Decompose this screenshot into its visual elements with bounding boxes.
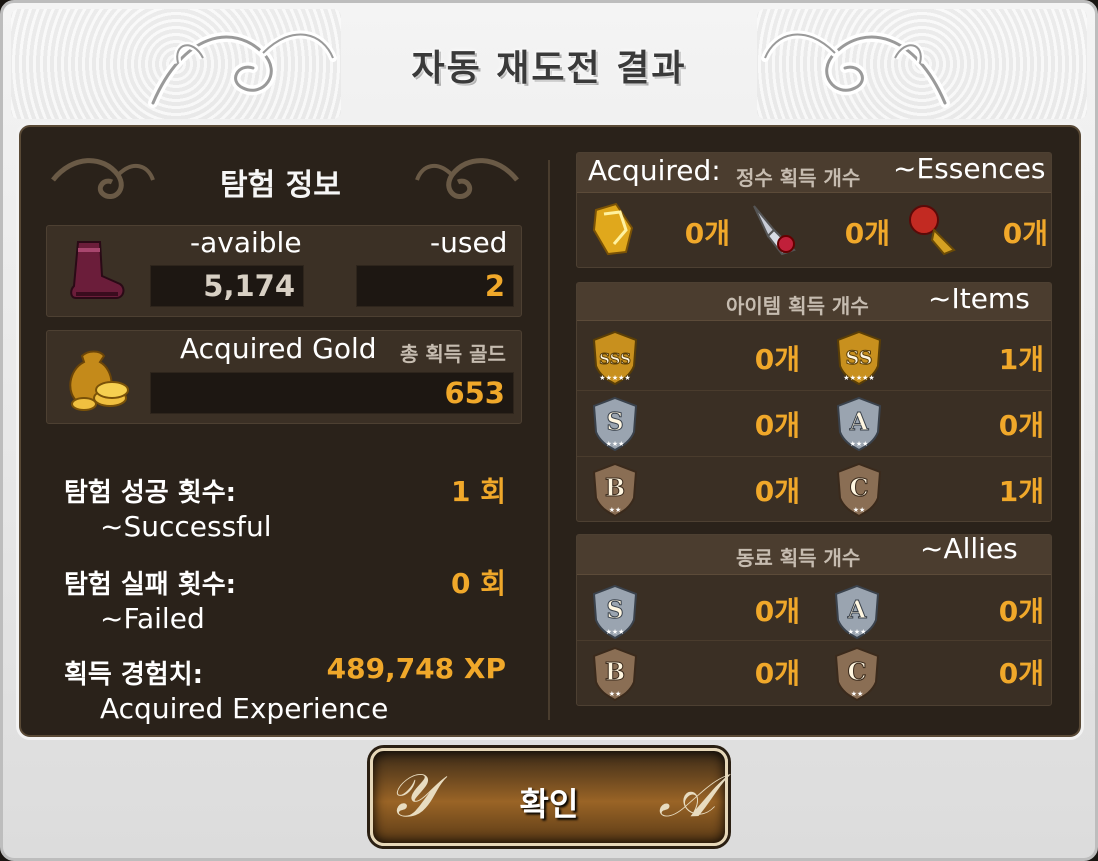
items-row-divider-2 <box>577 456 1051 457</box>
stamina-available-value: 5,174 <box>150 265 304 307</box>
essences-title-ko: 정수 획득 개수 <box>736 166 861 190</box>
boot-icon <box>70 241 125 299</box>
svg-text:★★: ★★ <box>609 506 622 514</box>
item-grade-s-icon: S ★★★ <box>592 396 638 452</box>
stamina-available-label: -avaible <box>190 226 302 259</box>
stat-success-label-en: ~Successful <box>100 510 272 543</box>
essence-count-3: 0개 <box>1002 217 1048 250</box>
flourish-left-icon <box>51 158 155 200</box>
items-title-ko: 아이템 획득 개수 <box>726 294 869 318</box>
svg-text:★★★: ★★★ <box>848 628 867 636</box>
svg-text:★★: ★★ <box>851 690 864 698</box>
svg-text:A: A <box>847 595 867 624</box>
item-count-ss: 1개 <box>998 343 1044 376</box>
confirm-button[interactable]: 𝒴 𝒜 확인 <box>370 748 728 846</box>
svg-text:A: A <box>849 407 869 436</box>
item-grade-a-icon: A ★★★ <box>836 396 882 452</box>
svg-text:★★★: ★★★ <box>606 628 625 636</box>
ally-grade-s-icon: S ★★★ <box>592 584 638 640</box>
ally-count-s: 0개 <box>754 595 800 628</box>
svg-text:S: S <box>606 595 623 624</box>
item-count-s: 0개 <box>754 409 800 442</box>
svg-text:★★★★★: ★★★★★ <box>599 374 630 382</box>
gold-label-en: Acquired Gold <box>180 332 377 365</box>
expedition-info-title: 탐험 정보 <box>220 168 341 203</box>
svg-text:★★★: ★★★ <box>606 440 625 448</box>
stat-xp-value: 489,748 XP <box>326 652 506 685</box>
item-count-b: 0개 <box>754 475 800 508</box>
red-crystal-essence-icon <box>753 205 796 256</box>
items-row-divider-1 <box>577 390 1051 391</box>
svg-text:★★: ★★ <box>853 506 866 514</box>
svg-text:SS: SS <box>845 347 872 369</box>
svg-text:★★: ★★ <box>609 690 622 698</box>
stamina-used-value: 2 <box>356 265 514 307</box>
item-grade-c-icon: C ★★ <box>836 462 882 518</box>
allies-row-divider <box>577 640 1051 641</box>
items-title-en: ~Items <box>928 282 1030 315</box>
ally-grade-b-icon: B ★★ <box>592 646 638 702</box>
red-gem-essence-icon <box>909 205 956 256</box>
allies-title-ko: 동료 획득 개수 <box>736 546 861 570</box>
essences-title-suffix: ~Essences <box>893 152 1046 185</box>
svg-text:★★★★★: ★★★★★ <box>843 374 874 382</box>
item-grade-b-icon: B ★★ <box>592 462 638 518</box>
essence-count-1: 0개 <box>684 217 730 250</box>
svg-text:C: C <box>847 657 866 686</box>
svg-text:C: C <box>849 473 868 502</box>
ally-count-a: 0개 <box>998 595 1044 628</box>
stat-xp-label: 획득 경험치: <box>64 660 204 690</box>
item-count-sss: 0개 <box>754 343 800 376</box>
essences-title-prefix: Acquired: <box>588 154 721 187</box>
stat-success-value: 1 회 <box>451 475 506 508</box>
ally-grade-c-icon: C ★★ <box>834 646 880 702</box>
gold-essence-icon <box>592 202 634 256</box>
essence-count-2: 0개 <box>844 217 890 250</box>
stat-fail-value: 0 회 <box>451 567 506 600</box>
item-count-a: 0개 <box>998 409 1044 442</box>
ally-count-b: 0개 <box>754 657 800 690</box>
ally-count-c: 0개 <box>998 657 1044 690</box>
item-count-c: 1개 <box>998 475 1044 508</box>
confirm-button-label: 확인 <box>519 785 579 823</box>
stat-xp-label-en: Acquired Experience <box>100 692 389 725</box>
item-grade-ss-icon: SS ★★★★★ <box>836 330 882 386</box>
stat-fail-label: 탐험 실패 횟수: <box>64 570 237 600</box>
allies-title-en: ~Allies <box>920 532 1018 565</box>
svg-text:S: S <box>606 407 623 436</box>
gold-bag-icon <box>69 350 129 411</box>
stamina-used-label: -used <box>430 226 508 259</box>
gold-label-ko: 총 획득 골드 <box>400 342 506 366</box>
gold-value: 653 <box>150 372 514 414</box>
stat-fail-label-en: ~Failed <box>100 602 205 635</box>
svg-text:B: B <box>605 473 625 502</box>
svg-text:SSS: SSS <box>599 350 631 368</box>
ally-grade-a-icon: A ★★★ <box>834 584 880 640</box>
column-divider <box>548 160 550 720</box>
svg-text:★★★: ★★★ <box>850 440 869 448</box>
stat-success-label: 탐험 성공 횟수: <box>64 478 237 508</box>
svg-text:B: B <box>605 657 625 686</box>
item-grade-sss-icon: SSS ★★★★★ <box>592 330 638 386</box>
flourish-right-icon <box>415 158 519 200</box>
dialog-title: 자동 재도전 결과 <box>411 48 687 89</box>
